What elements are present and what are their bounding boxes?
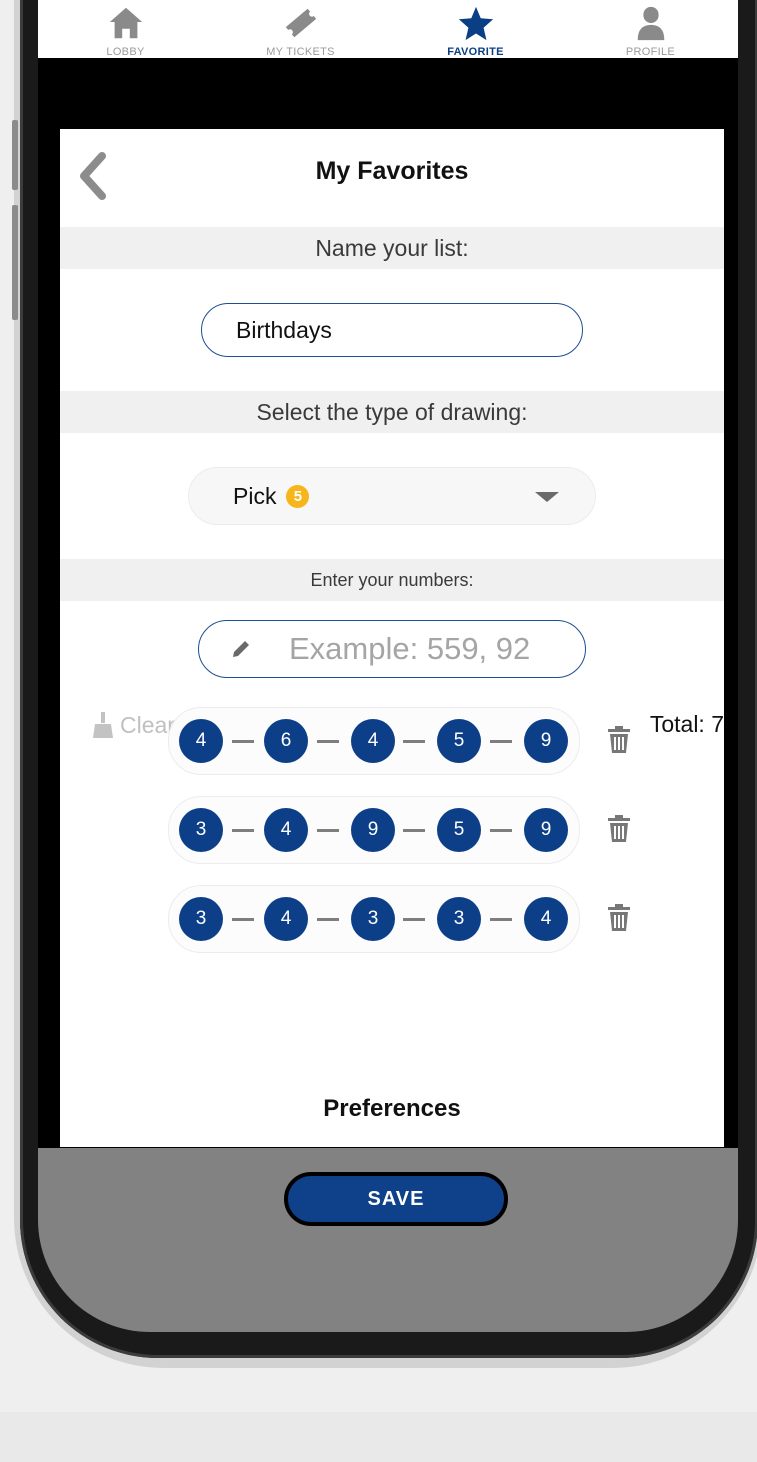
- enter-numbers-label: Enter your numbers:: [60, 559, 724, 601]
- number-ball: 5: [437, 808, 481, 852]
- name-input-wrap: [60, 269, 724, 391]
- star-icon: [458, 6, 493, 41]
- number-separator: [403, 918, 425, 921]
- favorites-panel: My Favorites Name your list: Select the …: [60, 129, 724, 1147]
- trash-icon[interactable]: [606, 726, 632, 754]
- ticket-icon: [285, 8, 316, 38]
- background-band: [0, 1412, 757, 1462]
- number-ball: 5: [437, 719, 481, 763]
- number-ball: 9: [351, 808, 395, 852]
- favorite-number-row: 46459: [168, 707, 580, 775]
- number-separator: [232, 740, 254, 743]
- phone-side-button: [12, 205, 18, 320]
- phone-side-button: [12, 120, 18, 190]
- number-ball: 4: [179, 719, 223, 763]
- nav-label: PROFILE: [625, 46, 676, 58]
- top-navigation: LOBBY MY TICKETS FAVORITE PROFILE: [38, 0, 738, 58]
- number-ball: 6: [264, 719, 308, 763]
- number-ball: 3: [179, 808, 223, 852]
- numbers-input[interactable]: [287, 630, 561, 668]
- number-separator: [317, 829, 339, 832]
- nav-item-lobby[interactable]: LOBBY: [38, 0, 213, 58]
- number-ball: 3: [179, 897, 223, 941]
- nav-label: MY TICKETS: [266, 46, 335, 58]
- number-separator: [490, 918, 512, 921]
- number-separator: [232, 829, 254, 832]
- total-count: Total: 7: [649, 711, 724, 737]
- house-icon: [109, 7, 142, 39]
- number-separator: [317, 740, 339, 743]
- number-ball: 9: [524, 808, 568, 852]
- nav-label: LOBBY: [106, 46, 145, 58]
- numbers-input-box: [198, 620, 586, 678]
- page-header: My Favorites: [60, 129, 724, 227]
- nav-item-profile[interactable]: PROFILE: [563, 0, 738, 58]
- drawing-type-label: Select the type of drawing:: [60, 391, 724, 433]
- list-name-input[interactable]: [201, 303, 583, 357]
- preferences-title: Preferences: [323, 1095, 461, 1122]
- pick-number-badge: 5: [286, 484, 310, 508]
- nav-item-my-tickets[interactable]: MY TICKETS: [213, 0, 388, 58]
- page-title: My Favorites: [315, 157, 469, 185]
- favorite-number-row: 34334: [168, 885, 580, 953]
- selected-drawing-text: Pick: [233, 482, 277, 509]
- broom-icon: [93, 712, 113, 738]
- number-separator: [232, 918, 254, 921]
- drawing-select-wrap: Pick 5: [60, 433, 724, 559]
- number-ball: 4: [524, 897, 568, 941]
- person-icon: [637, 6, 664, 41]
- number-separator: [490, 740, 512, 743]
- number-ball: 4: [264, 897, 308, 941]
- name-list-label: Name your list:: [60, 227, 724, 269]
- number-ball: 3: [437, 897, 481, 941]
- number-separator: [490, 829, 512, 832]
- favorite-number-row: 34959: [168, 796, 580, 864]
- number-separator: [403, 740, 425, 743]
- pencil-icon: [233, 641, 249, 657]
- number-separator: [403, 829, 425, 832]
- chevron-down-icon: [535, 492, 559, 502]
- number-ball: 3: [351, 897, 395, 941]
- save-button[interactable]: SAVE: [284, 1172, 508, 1226]
- drawing-type-select[interactable]: Pick 5: [188, 467, 596, 525]
- phone-screen: LOBBY MY TICKETS FAVORITE PROFILE My Fav…: [38, 0, 738, 1332]
- nav-item-favorite[interactable]: FAVORITE: [388, 0, 563, 58]
- numbers-input-wrap: [60, 601, 724, 697]
- number-ball: 4: [351, 719, 395, 763]
- number-ball: 9: [524, 719, 568, 763]
- number-separator: [317, 918, 339, 921]
- trash-icon[interactable]: [606, 815, 632, 843]
- trash-icon[interactable]: [606, 904, 632, 932]
- nav-label: FAVORITE: [447, 46, 504, 58]
- number-ball: 4: [264, 808, 308, 852]
